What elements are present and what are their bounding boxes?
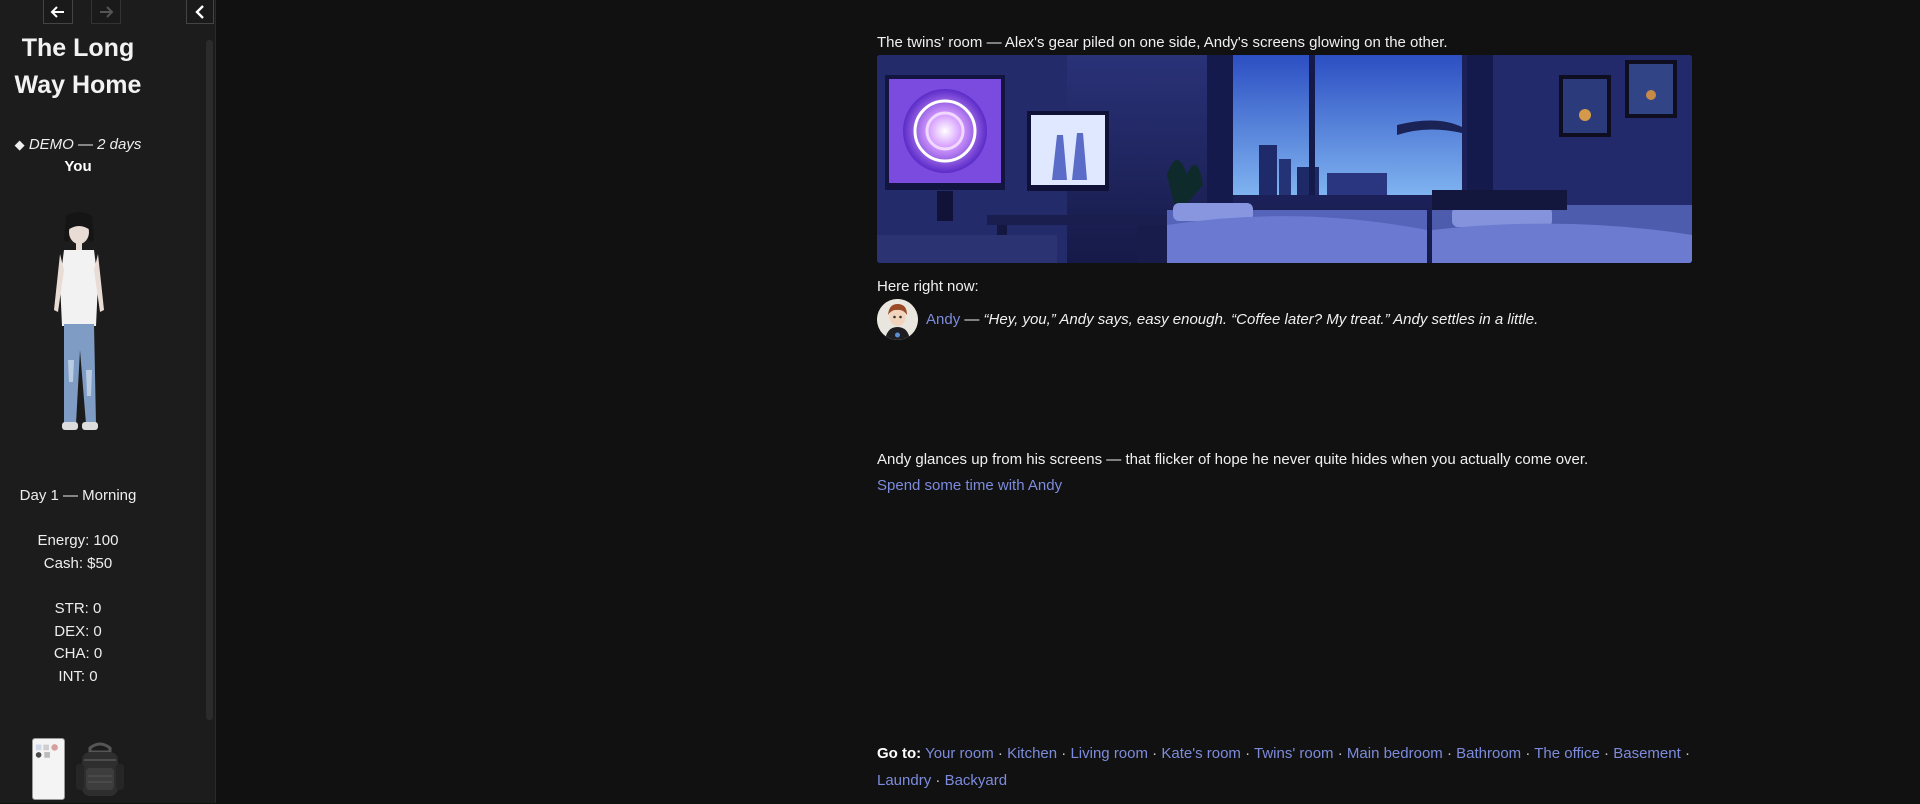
- energy-stat: Energy: 100: [37, 532, 119, 549]
- goto-separator: ·: [1525, 745, 1531, 762]
- goto-nav: Go to: Your room · Kitchen · Living room…: [877, 740, 1697, 794]
- narration-text: Andy glances up from his screens — that …: [877, 451, 1589, 468]
- goto-separator: ·: [1337, 745, 1343, 762]
- goto-separator: ·: [1152, 745, 1158, 762]
- goto-link[interactable]: Basement: [1613, 745, 1681, 762]
- npc-name-link[interactable]: Andy: [926, 311, 960, 328]
- goto-link[interactable]: Laundry: [877, 772, 931, 789]
- demo-text: DEMO — 2 days: [28, 136, 142, 153]
- back-button[interactable]: [43, 0, 73, 24]
- goto-label: Go to:: [877, 745, 922, 762]
- phone-icon[interactable]: [32, 738, 65, 800]
- forward-button[interactable]: [91, 0, 121, 24]
- goto-link[interactable]: Twins' room: [1254, 745, 1334, 762]
- cha-stat: CHA: 0: [53, 645, 103, 662]
- sidebar: The Long Way Home ◆ DEMO — 2 days You Da…: [0, 0, 216, 803]
- goto-separator: ·: [1446, 745, 1452, 762]
- demo-label: ◆ DEMO — 2 days: [0, 136, 156, 153]
- npc-separator: —: [960, 310, 984, 328]
- room-image: [877, 55, 1692, 263]
- goto-link[interactable]: The office: [1534, 745, 1600, 762]
- goto-link[interactable]: Living room: [1070, 745, 1148, 762]
- goto-link[interactable]: Bathroom: [1456, 745, 1521, 762]
- sidebar-scrollbar[interactable]: [206, 40, 213, 720]
- npc-avatar-andy[interactable]: [877, 298, 918, 340]
- goto-link[interactable]: Kitchen: [1007, 745, 1057, 762]
- diamond-marker: ◆: [14, 137, 25, 152]
- player-name: You: [64, 158, 92, 175]
- arrow-left-icon: [50, 5, 64, 18]
- goto-separator: ·: [1245, 745, 1251, 762]
- goto-link[interactable]: Kate's room: [1161, 745, 1241, 762]
- spend-time-link[interactable]: Spend some time with Andy: [877, 477, 1062, 494]
- goto-separator: ·: [1684, 745, 1690, 762]
- goto-separator: ·: [997, 745, 1003, 762]
- goto-link[interactable]: Your room: [925, 745, 994, 762]
- collapse-sidebar-button[interactable]: [186, 0, 214, 24]
- here-now-label: Here right now:: [877, 278, 979, 295]
- phone-screen: [35, 744, 58, 758]
- goto-separator: ·: [1604, 745, 1610, 762]
- goto-link[interactable]: Main bedroom: [1347, 745, 1443, 762]
- goto-separator: ·: [935, 772, 941, 789]
- int-stat: INT: 0: [58, 668, 98, 685]
- player-portrait[interactable]: [48, 210, 110, 438]
- arrow-right-icon: [100, 5, 114, 18]
- npc-row: Andy — “Hey, you,” Andy says, easy enoug…: [877, 298, 1539, 340]
- chevron-left-icon: [195, 4, 204, 19]
- story-title: The Long Way Home: [14, 34, 142, 99]
- day-time: Day 1 — Morning: [19, 487, 137, 504]
- cash-stat: Cash: $50: [43, 555, 113, 572]
- room-caption: The twins' room — Alex's gear piled on o…: [877, 34, 1448, 51]
- str-stat: STR: 0: [54, 600, 102, 617]
- goto-separator: ·: [1061, 745, 1067, 762]
- npc-quote: “Hey, you,” Andy says, easy enough. “Cof…: [983, 310, 1539, 328]
- dex-stat: DEX: 0: [54, 623, 102, 640]
- goto-links: Your room · Kitchen · Living room · Kate…: [877, 745, 1690, 789]
- goto-link[interactable]: Backyard: [945, 772, 1008, 789]
- backpack-icon[interactable]: [72, 740, 128, 798]
